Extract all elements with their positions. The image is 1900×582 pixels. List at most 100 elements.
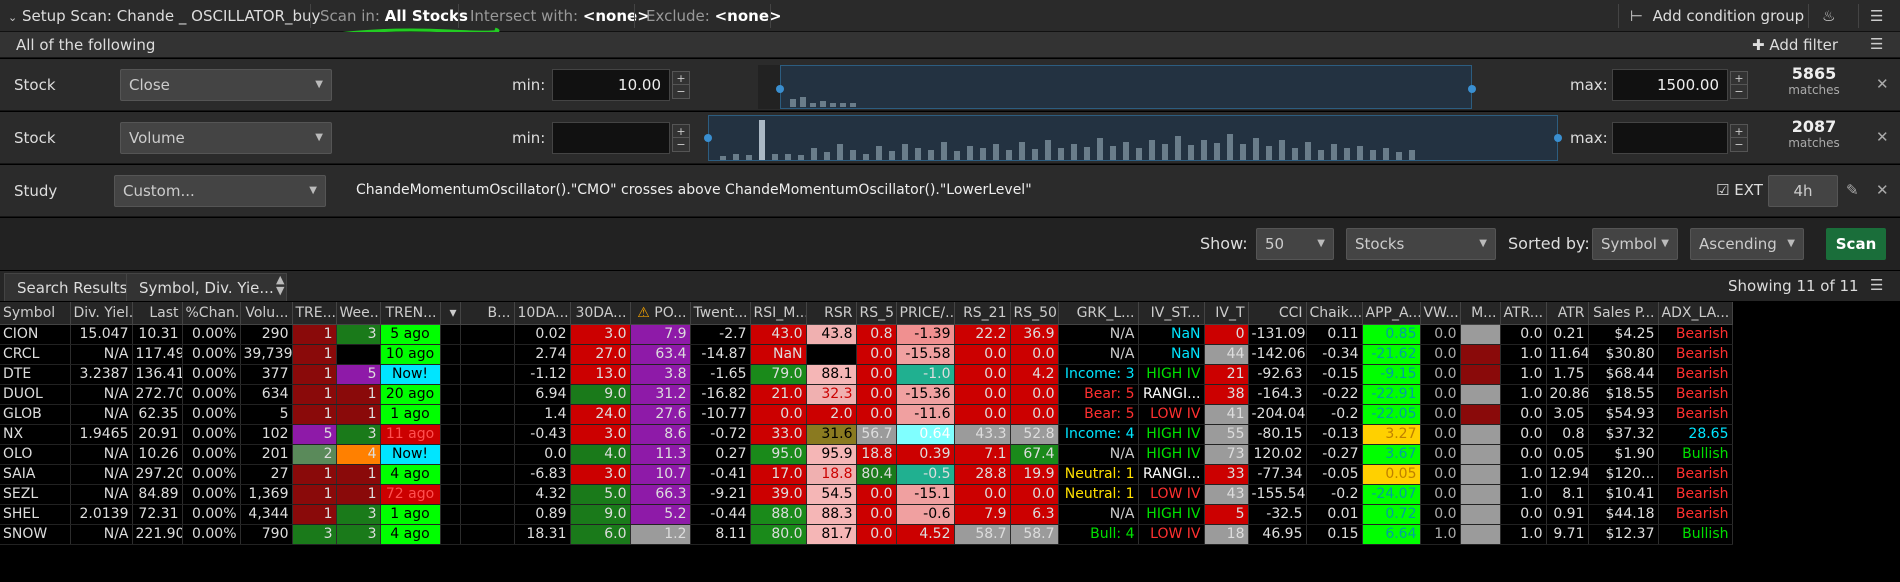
aggregation-selector[interactable]: 4h [1768, 175, 1838, 207]
study-dropdown[interactable]: Custom... ▼ [114, 175, 326, 207]
column-header[interactable]: Volu... [240, 302, 293, 325]
ext-checkbox[interactable]: ☑ EXT [1716, 181, 1763, 199]
table-row[interactable]: NX 1.9465 20.91 0.00% 102 5 3 11 ago -0.43 3.0 8.6… [0, 424, 1733, 445]
tab-stepper-icon[interactable]: ▲ ▼ [276, 274, 284, 296]
column-header[interactable]: Symbol [0, 302, 71, 325]
table-cell: -11.6 [896, 404, 955, 425]
range-handle-right[interactable] [1468, 85, 1476, 93]
flame-icon[interactable]: ♨ [1822, 0, 1835, 32]
column-header[interactable]: TRE... [292, 302, 337, 325]
add-filter-button[interactable]: ✚ Add filter [1752, 36, 1838, 54]
column-header[interactable]: Chaik... [1306, 302, 1363, 325]
column-header[interactable]: IV_ST... [1138, 302, 1205, 325]
hist-bar [1409, 150, 1415, 160]
table-row[interactable]: DUOL N/A 272.70 0.00% 634 1 1 20 ago 6.94 9.0 31.2… [0, 384, 1733, 405]
edit-pencil-icon[interactable]: ✎ [1846, 181, 1859, 199]
close-icon[interactable]: ✕ [1876, 128, 1889, 146]
table-cell: 18.31 [514, 524, 571, 545]
tab-columns[interactable]: Symbol, Div. Yie... [126, 273, 287, 301]
column-header[interactable]: ADX_LA... [1658, 302, 1733, 325]
filter-field-dropdown[interactable]: Close ▼ [120, 69, 332, 101]
table-cell: NaN [1138, 344, 1205, 365]
column-header[interactable]: ATR... [1500, 302, 1547, 325]
column-header[interactable]: RS_21 [954, 302, 1011, 325]
hist-bar [954, 151, 960, 160]
table-cell: 7.9 [954, 504, 1011, 525]
sort-order-dropdown[interactable]: Ascending ▼ [1690, 228, 1804, 260]
column-header[interactable]: VW... [1420, 302, 1461, 325]
max-stepper[interactable]: + − [1730, 71, 1748, 99]
column-header[interactable]: 10DA... [514, 302, 571, 325]
range-handle-left[interactable] [704, 134, 712, 142]
column-header[interactable]: Sales P... [1588, 302, 1659, 325]
column-header[interactable]: Last [132, 302, 183, 325]
table-row[interactable]: CRCL N/A 117.49 0.00% 39,739 1 10 ago 2.74 27.0 6… [0, 344, 1733, 365]
column-header[interactable]: APP_A... [1362, 302, 1421, 325]
show-count-dropdown[interactable]: 50 ▼ [1256, 228, 1334, 260]
close-icon[interactable]: ✕ [1876, 75, 1889, 93]
column-header[interactable]: RSI_M... [750, 302, 807, 325]
range-handle-right[interactable] [1554, 134, 1562, 142]
column-header[interactable]: CCI [1248, 302, 1307, 325]
table-row[interactable]: SAIA N/A 297.20 0.00% 27 1 1 4 ago -6.83 3.0 10.7-… [0, 464, 1733, 485]
column-header[interactable]: Wee... [336, 302, 381, 325]
menu-icon[interactable]: ☰ [1870, 35, 1883, 53]
sort-field-dropdown[interactable]: Symbol ▼ [1592, 228, 1678, 260]
column-header[interactable]: RS_50 [1010, 302, 1059, 325]
column-header[interactable]: 30DA... [570, 302, 631, 325]
column-header[interactable]: B... [460, 302, 515, 325]
column-header[interactable]: ATR [1546, 302, 1589, 325]
min-input[interactable] [552, 122, 670, 154]
column-header[interactable]: ⚠ PO... [630, 302, 691, 325]
table-cell: 79.0 [750, 364, 807, 385]
table-cell: 0.72 [1362, 504, 1421, 525]
column-header[interactable]: Twent... [690, 302, 751, 325]
scan-button[interactable]: Scan [1826, 228, 1886, 260]
tab-search-results[interactable]: Search Results [4, 273, 141, 301]
column-header[interactable]: GRK_L... [1058, 302, 1139, 325]
column-header[interactable]: Div. Yiel... [70, 302, 133, 325]
max-input[interactable]: 1500.00 [1612, 69, 1728, 101]
setup-scan-menu[interactable]: ⌄ Setup Scan: Chande _ OSCILLATOR_buy [8, 0, 320, 32]
exclude-selector[interactable]: Exclude: <none> [646, 0, 782, 32]
table-row[interactable]: GLOB N/A 62.35 0.00% 5 1 1 1 ago 1.4 24.0 27.6 -10.… [0, 404, 1733, 425]
table-row[interactable]: SEZL N/A 84.89 0.00% 1,369 1 1 72 ago 4.32 5.0 66.… [0, 484, 1733, 505]
table-row[interactable]: CION 15.047 10.31 0.00% 290 1 3 5 ago 0.02 3.0 7.9… [0, 324, 1733, 345]
column-header[interactable]: PRICE/... [896, 302, 955, 325]
filter-field-dropdown[interactable]: Volume ▼ [120, 122, 332, 154]
table-row[interactable]: OLO N/A 10.26 0.00% 201 2 4 Now! 0.0 4.0 11.3 0.27 9… [0, 444, 1733, 465]
filter-row-volume: Stock Volume ▼ min: + − max: + − 2087 matche… [0, 112, 1900, 164]
table-row[interactable]: SHEL 2.0139 72.31 0.00% 4,344 1 3 1 ago 0.89 9.0 5… [0, 504, 1733, 525]
filter-type: Stock [14, 76, 56, 94]
min-stepper[interactable]: + − [672, 71, 690, 99]
max-stepper[interactable]: + − [1730, 124, 1748, 152]
category-dropdown[interactable]: Stocks ▼ [1346, 228, 1496, 260]
table-cell [1460, 384, 1501, 405]
add-condition-group-button[interactable]: ⊢ Add condition group [1630, 0, 1804, 32]
column-header[interactable]: RSR [806, 302, 857, 325]
table-cell: 0.0 [1010, 344, 1059, 365]
max-input[interactable] [1612, 122, 1728, 154]
table-cell: Bearish [1658, 384, 1733, 405]
column-header[interactable]: TREN... [380, 302, 441, 325]
hist-bar [1045, 140, 1051, 160]
table-cell [440, 504, 461, 525]
column-header[interactable]: ▾ [440, 302, 461, 325]
menu-icon[interactable]: ☰ [1870, 0, 1883, 32]
table-cell: -9.15 [1362, 364, 1421, 385]
study-expression[interactable]: ChandeMomentumOscillator()."CMO" crosses… [356, 182, 1032, 198]
min-input[interactable]: 10.00 [552, 69, 670, 101]
close-icon[interactable]: ✕ [1876, 181, 1889, 199]
column-header[interactable]: RS_5 [856, 302, 897, 325]
table-cell [1460, 524, 1501, 545]
menu-icon[interactable]: ☰ [1870, 276, 1883, 294]
column-header[interactable]: %Chan... [182, 302, 241, 325]
column-header[interactable]: IV_T [1204, 302, 1249, 325]
intersect-selector[interactable]: Intersect with: <none> [470, 0, 650, 32]
range-handle-left[interactable] [776, 85, 784, 93]
table-row[interactable]: SNOW N/A 221.90 0.00% 790 3 3 4 ago 18.31 6.0 1.2 8… [0, 524, 1733, 545]
column-header[interactable]: M... [1460, 302, 1501, 325]
table-row[interactable]: DTE 3.2387 136.41 0.00% 377 1 5 Now! -1.12 13.0 3.… [0, 364, 1733, 385]
min-stepper[interactable]: + − [672, 124, 690, 152]
hist-bar [785, 154, 791, 160]
